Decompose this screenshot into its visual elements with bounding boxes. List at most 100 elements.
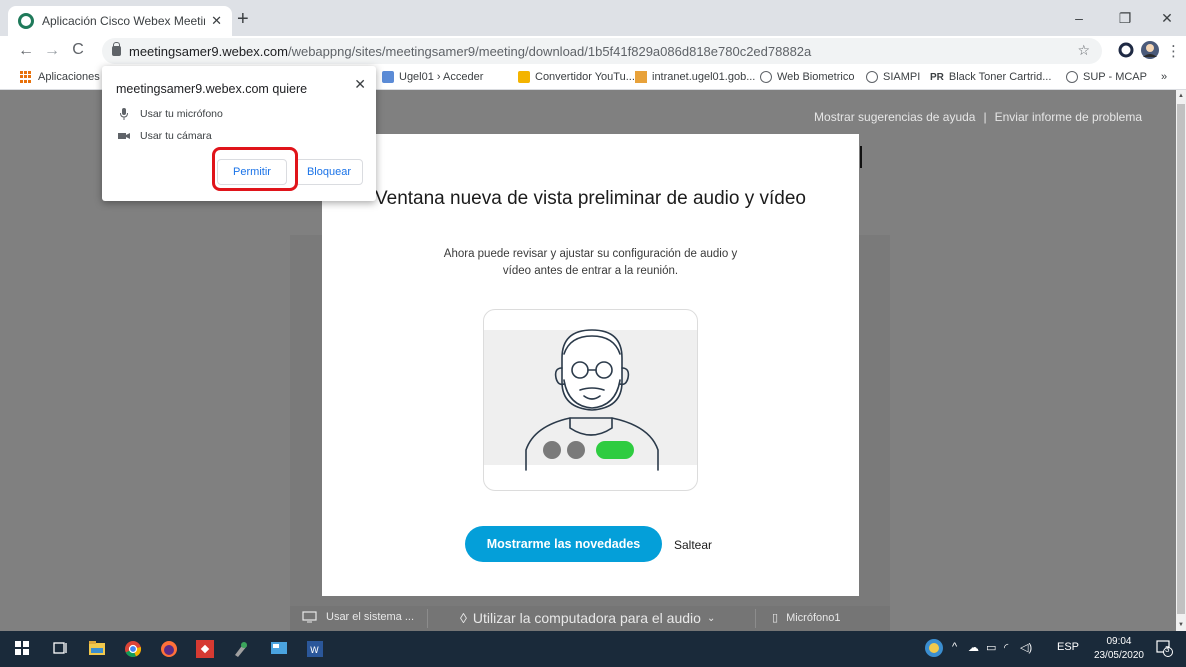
monitor-icon	[302, 611, 317, 623]
address-bar[interactable]: meetingsamer9.webex.com/webappng/sites/m…	[102, 38, 1102, 64]
menu-dots-icon[interactable]: ⋮	[1166, 42, 1181, 60]
scroll-up-icon[interactable]: ▲	[1178, 93, 1184, 99]
bookmark-label: Convertidor YouTu...	[535, 71, 635, 83]
webex-favicon-icon	[18, 13, 34, 29]
report-problem-link[interactable]: Enviar informe de problema	[995, 110, 1142, 124]
anydesk-icon[interactable]	[196, 640, 214, 658]
system-audio-label: Usar el sistema ...	[326, 611, 415, 623]
permission-popup: meetingsamer9.webex.com quiere ✕ Usar tu…	[102, 66, 376, 201]
clock-time: 09:04	[1106, 636, 1132, 647]
bookmark-ugel01[interactable]: Ugel01 › Acceder	[382, 71, 483, 83]
permission-camera-row: Usar tu cámara	[118, 130, 212, 142]
clock-date: 23/05/2020	[1093, 650, 1144, 661]
help-tray-icon[interactable]	[924, 638, 944, 661]
text-cursor	[860, 146, 862, 168]
converter-icon	[518, 71, 530, 83]
help-links: Mostrar sugerencias de ayuda | Enviar info…	[814, 110, 1142, 124]
help-suggestions-link[interactable]: Mostrar sugerencias de ayuda	[814, 110, 975, 124]
ugel-icon	[382, 71, 394, 83]
page-scrollbar[interactable]: ▲ ▼	[1176, 90, 1186, 631]
bookmark-black-toner[interactable]: PR Black Toner Cartrid...	[930, 71, 1051, 83]
person-avatar-illustration	[525, 329, 659, 471]
battery-icon[interactable]: ▭	[986, 641, 996, 654]
notifications-icon[interactable]: 3	[1155, 639, 1173, 660]
browser-tab[interactable]: Aplicación Cisco Webex Meeting ✕	[8, 6, 232, 36]
volume-icon[interactable]: ◁)	[1020, 641, 1032, 654]
new-tab-button[interactable]: +	[237, 9, 249, 29]
skip-link[interactable]: Saltear	[674, 538, 712, 552]
opera-extension-icon[interactable]	[1118, 42, 1134, 62]
divider	[755, 609, 756, 628]
chrome-icon[interactable]	[124, 640, 142, 658]
separator: |	[983, 110, 987, 124]
firefox-icon[interactable]	[160, 640, 178, 658]
language-indicator[interactable]: ESP	[1057, 641, 1079, 653]
word-icon[interactable]: W	[306, 640, 324, 658]
paint-icon[interactable]	[232, 640, 250, 658]
onedrive-icon[interactable]: ☁	[968, 641, 979, 654]
reload-icon[interactable]: C	[66, 41, 90, 59]
profile-avatar[interactable]	[1140, 40, 1160, 64]
bookmark-label: Black Toner Cartrid...	[948, 71, 1052, 83]
windows-taskbar: W ^ ☁ ▭ ◜ ◁) ESP 09:04 23/05/2020 3	[0, 631, 1186, 667]
permission-microphone-row: Usar tu micrófono	[118, 108, 223, 120]
tray-overflow-icon[interactable]: ^	[952, 641, 957, 653]
preview-illustration	[483, 309, 698, 491]
modal-title: Ventana nueva de vista preliminar de aud…	[375, 188, 806, 209]
restore-button[interactable]: ❐	[1102, 6, 1148, 30]
bookmark-label: SIAMPI	[883, 71, 921, 83]
scrollbar-thumb[interactable]	[1177, 104, 1185, 614]
bookmark-web-biometrico[interactable]: Web Biometrico	[760, 71, 854, 83]
headset-icon: ◊	[460, 610, 467, 626]
back-arrow-icon[interactable]: ←	[14, 42, 38, 60]
permission-microphone-label: Usar tu micrófono	[140, 108, 223, 120]
taskbar-clock[interactable]: 09:04 23/05/2020	[1094, 635, 1144, 663]
permission-title: meetingsamer9.webex.com quiere	[116, 82, 308, 96]
bookmark-label: Ugel01 › Acceder	[399, 71, 484, 83]
forward-arrow-icon[interactable]: →	[40, 42, 64, 60]
task-view-icon[interactable]	[52, 640, 70, 658]
chevron-down-icon: ⌄	[706, 612, 716, 624]
audio-control-bar: Usar el sistema ... ◊ Utilizar la comput…	[290, 606, 890, 631]
control-panel-icon[interactable]	[270, 640, 288, 658]
bookmark-apps[interactable]: Aplicaciones	[20, 71, 100, 83]
bookmark-siampi[interactable]: SIAMPI	[866, 71, 920, 83]
audio-connection-label: Utilizar la computadora para el audio	[472, 610, 701, 626]
url-domain: meetingsamer9.webex.com	[129, 43, 288, 59]
bookmarks-overflow-button[interactable]: »	[1161, 71, 1167, 83]
file-explorer-icon[interactable]	[88, 640, 106, 658]
bookmark-intranet[interactable]: intranet.ugel01.gob...	[635, 71, 755, 83]
lock-icon	[112, 42, 121, 56]
globe-icon	[866, 71, 878, 83]
bookmark-label: Web Biometrico	[777, 71, 855, 83]
popup-close-icon[interactable]: ✕	[354, 76, 366, 93]
modal-subtitle: Ahora puede revisar y ajustar su configu…	[443, 248, 738, 277]
browser-toolbar: ← → C meetingsamer9.webex.com/webappng/s…	[0, 36, 1186, 66]
notification-count: 3	[1165, 645, 1170, 654]
pr-icon: PR	[930, 71, 944, 83]
svg-text:W: W	[310, 646, 319, 656]
scroll-down-icon[interactable]: ▼	[1178, 622, 1184, 628]
windows-start-icon[interactable]	[14, 640, 32, 658]
system-audio-option[interactable]: Usar el sistema ...	[302, 611, 414, 623]
wifi-icon[interactable]: ◜	[1004, 641, 1008, 654]
url-path: /webappng/sites/meetingsamer9/meeting/do…	[287, 43, 812, 59]
tab-title: Aplicación Cisco Webex Meeting	[42, 14, 206, 28]
permission-camera-label: Usar tu cámara	[140, 130, 212, 142]
microphone-label: Micrófono1	[786, 611, 841, 624]
show-whats-new-button[interactable]: Mostrarme las novedades	[465, 526, 662, 562]
bookmark-convertidor[interactable]: Convertidor YouTu...	[518, 71, 635, 83]
microphone-selector[interactable]: ▯ Micrófono1	[772, 611, 841, 625]
globe-icon	[1066, 71, 1078, 83]
close-window-button[interactable]: ✕	[1144, 6, 1186, 30]
block-button[interactable]: Bloquear	[295, 159, 363, 185]
bookmark-sup-mcap[interactable]: SUP - MCAP	[1066, 71, 1147, 83]
bookmark-star-icon[interactable]: ☆	[1077, 42, 1090, 59]
microphone-icon: ▯	[772, 612, 779, 624]
tab-close-icon[interactable]: ✕	[211, 13, 222, 29]
bookmark-label: SUP - MCAP	[1083, 71, 1147, 83]
apps-grid-icon	[20, 71, 32, 83]
minimize-button[interactable]: –	[1056, 6, 1102, 30]
audio-connection-dropdown[interactable]: ◊ Utilizar la computadora para el audio …	[460, 610, 715, 626]
bookmark-label: Aplicaciones	[38, 71, 100, 83]
